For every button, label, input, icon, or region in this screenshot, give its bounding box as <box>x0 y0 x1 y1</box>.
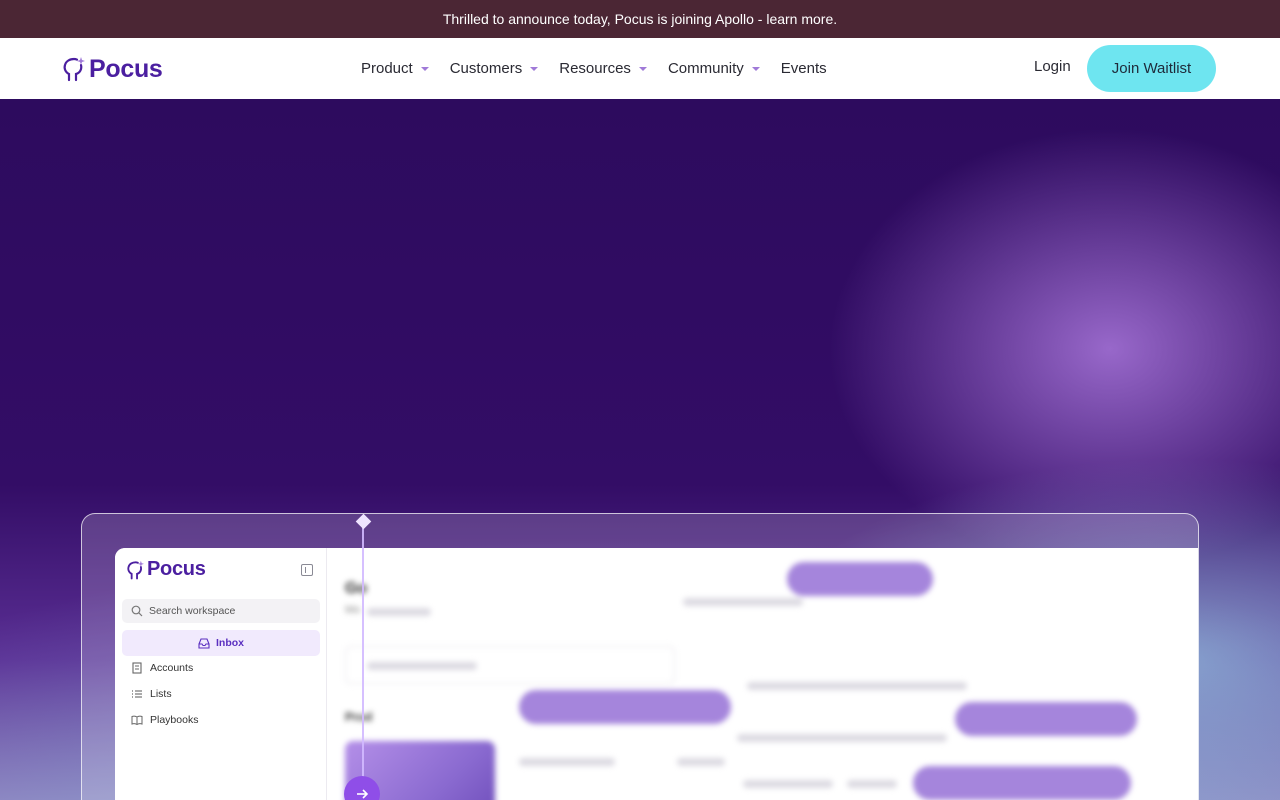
panel-section-heading: Prod <box>345 710 372 724</box>
nav-product-label: Product <box>361 60 413 77</box>
sidebar-collapse-icon[interactable] <box>301 564 313 576</box>
nav-product[interactable]: Product <box>361 60 429 77</box>
blurred-line <box>737 734 947 742</box>
chevron-down-icon <box>638 66 647 71</box>
brand-name: Pocus <box>89 54 163 83</box>
building-icon <box>132 662 142 674</box>
chevron-down-icon <box>751 66 760 71</box>
list-icon <box>132 690 142 698</box>
blurred-pill <box>787 562 933 596</box>
app-sidebar: Pocus Search workspace Inbox Accounts Li… <box>115 548 327 800</box>
blurred-pill <box>955 702 1137 736</box>
pocus-logo-icon <box>63 57 85 82</box>
search-icon <box>131 605 143 617</box>
nav-events-label: Events <box>780 60 827 77</box>
nav-events[interactable]: Events <box>781 60 827 77</box>
main-nav: Product Customers Resources Community Ev… <box>361 38 848 99</box>
blurred-line <box>677 758 725 766</box>
sidebar-item-label: Inbox <box>216 637 244 649</box>
nav-resources[interactable]: Resources <box>559 60 647 77</box>
timeline-marker <box>355 514 372 530</box>
blurred-line <box>683 598 803 606</box>
sidebar-item-lists[interactable]: Lists <box>131 688 172 700</box>
chevron-down-icon <box>420 66 429 71</box>
blurred-pill <box>519 690 731 724</box>
panel-section-text: Prod <box>345 710 373 724</box>
app-main-panel: Go Mo Prod <box>327 548 1198 800</box>
brand-logo[interactable]: Pocus <box>63 54 163 84</box>
timeline-line <box>362 520 364 800</box>
sidebar-item-label: Accounts <box>150 662 194 674</box>
join-waitlist-button[interactable]: Join Waitlist <box>1087 45 1216 92</box>
book-icon <box>131 715 143 726</box>
nav-community-label: Community <box>667 60 744 77</box>
login-link[interactable]: Login <box>1034 58 1071 75</box>
top-navbar: Pocus Product Customers Resources Commun… <box>0 38 1280 99</box>
chevron-down-icon <box>530 66 539 71</box>
sidebar-item-label: Lists <box>150 688 172 700</box>
sidebar-item-label: Playbooks <box>150 714 199 726</box>
blurred-pill <box>913 766 1131 800</box>
inbox-icon <box>198 637 210 649</box>
app-brand-name: Pocus <box>147 558 206 580</box>
blurred-line <box>747 682 967 690</box>
blurred-line <box>519 758 615 766</box>
panel-subtitle-text: Mo <box>345 604 361 616</box>
nav-community[interactable]: Community <box>668 60 760 77</box>
pocus-logo-icon <box>127 560 144 579</box>
sidebar-item-accounts[interactable]: Accounts <box>131 662 193 674</box>
hero-section: Pocus Search workspace Inbox Accounts Li… <box>0 99 1280 800</box>
nav-customers-label: Customers <box>449 60 523 77</box>
nav-resources-label: Resources <box>559 60 631 77</box>
blurred-line <box>367 662 477 670</box>
blurred-line <box>367 608 431 616</box>
sidebar-item-inbox[interactable]: Inbox <box>122 630 320 656</box>
blurred-line <box>847 780 897 788</box>
workspace-search[interactable]: Search workspace <box>122 599 320 623</box>
announcement-bar[interactable]: Thrilled to announce today, Pocus is joi… <box>0 0 1280 38</box>
product-preview-frame: Pocus Search workspace Inbox Accounts Li… <box>81 513 1199 800</box>
blurred-content: Go Mo Prod <box>327 548 1198 800</box>
blurred-line <box>743 780 833 788</box>
arrow-right-icon <box>357 789 369 799</box>
app-preview-window: Pocus Search workspace Inbox Accounts Li… <box>115 548 1198 800</box>
nav-customers[interactable]: Customers <box>450 60 539 77</box>
app-logo: Pocus <box>127 558 206 581</box>
panel-subtitle: Mo <box>345 604 360 616</box>
sidebar-item-playbooks[interactable]: Playbooks <box>131 714 198 726</box>
announcement-text[interactable]: Thrilled to announce today, Pocus is joi… <box>443 11 837 27</box>
search-placeholder: Search workspace <box>149 605 236 617</box>
